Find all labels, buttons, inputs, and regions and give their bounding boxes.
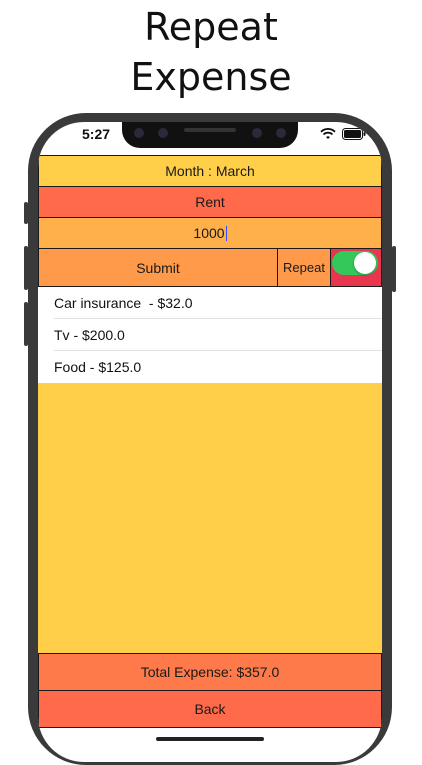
total-text: Total Expense: $357.0 [140,664,280,680]
list-item[interactable]: Car insurance - $32.0 [38,287,382,319]
home-indicator[interactable] [156,737,264,741]
repeat-toggle[interactable] [332,251,378,275]
promo-title: Repeat Expense [0,2,422,102]
status-icons [320,128,366,140]
expense-label: Car insurance - $32.0 [54,295,193,311]
notch [122,122,298,148]
sensor-icon [158,128,168,138]
app-screen: 5:27 Month : March Rent 1000 Submit Repe… [38,122,382,762]
sensor-icon [252,128,262,138]
volume-down-button [24,302,28,346]
expense-list: Car insurance - $32.0 Tv - $200.0 Food -… [38,287,382,383]
repeat-text: Repeat [283,260,325,275]
amount-text: 1000 [193,225,225,241]
promo-title-line2: Expense [130,55,292,99]
camera-icon [276,128,286,138]
empty-area [38,383,382,653]
promo-title-line1: Repeat [144,5,278,49]
repeat-toggle-cell [331,248,382,287]
text-cursor [225,225,227,241]
expense-label: Food - $125.0 [54,359,142,375]
battery-icon [342,128,366,140]
wifi-icon [320,128,336,139]
list-item[interactable]: Food - $125.0 [38,351,382,383]
amount-field[interactable]: 1000 [38,217,382,249]
repeat-label: Repeat [278,248,331,287]
power-button [392,246,396,292]
volume-up-button [24,246,28,290]
toggle-knob [354,252,376,274]
sensor-icon [134,128,144,138]
mute-switch [24,202,28,224]
expense-label: Tv - $200.0 [54,327,125,343]
back-button[interactable]: Back [38,690,382,728]
speaker-grille [184,128,236,132]
status-time: 5:27 [82,126,111,142]
total-expense: Total Expense: $357.0 [38,653,382,691]
category-field[interactable]: Rent [38,186,382,218]
submit-button[interactable]: Submit [38,248,278,287]
month-text: Month : March [165,163,255,179]
back-label: Back [194,701,226,717]
category-text: Rent [195,194,225,210]
month-label: Month : March [38,155,382,187]
action-row: Submit Repeat [38,248,382,287]
submit-label: Submit [136,259,180,276]
list-item[interactable]: Tv - $200.0 [38,319,382,351]
